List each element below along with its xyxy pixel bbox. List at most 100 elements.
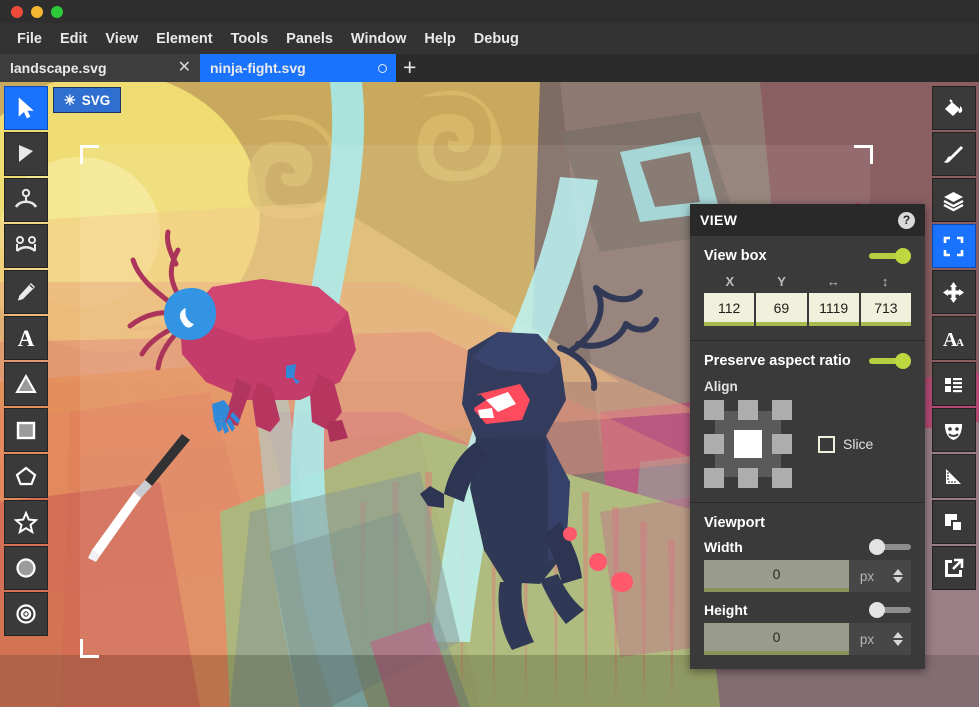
align-cell-middle-right[interactable]: [772, 434, 792, 454]
chevron-up-icon[interactable]: [893, 632, 903, 638]
panel-title: VIEW: [700, 212, 737, 228]
rectangle-tool[interactable]: [4, 408, 48, 452]
ring-tool[interactable]: [4, 592, 48, 636]
align-label: Align: [704, 379, 911, 394]
maximize-window-button[interactable]: [51, 6, 63, 18]
polygon-tool[interactable]: [4, 454, 48, 498]
viewbox-width-input[interactable]: 1119: [809, 293, 859, 326]
align-area: Slice: [704, 400, 911, 488]
viewport-width-input[interactable]: 0: [704, 560, 849, 592]
align-grid: [704, 400, 792, 488]
menu-view[interactable]: View: [96, 28, 147, 50]
menu-window[interactable]: Window: [342, 28, 415, 50]
tab-ninja-fight-svg[interactable]: ninja-fight.svg: [200, 54, 396, 82]
selection-handle-top-right[interactable]: [854, 145, 873, 164]
menu-file[interactable]: File: [8, 28, 51, 50]
viewport-width-input-row: 0 px: [704, 560, 911, 592]
viewbox-label-y: Y: [756, 274, 808, 289]
view-box-fields: 112 69 1119 713: [704, 293, 911, 326]
pencil-tool[interactable]: [4, 270, 48, 314]
align-cell-bottom-center[interactable]: [738, 468, 758, 488]
viewbox-x-input[interactable]: 112: [704, 293, 754, 326]
mask-panel-button[interactable]: [932, 408, 976, 452]
viewport-width-label: Width: [704, 539, 743, 555]
svg-text:A: A: [956, 337, 964, 349]
menu-help[interactable]: Help: [415, 28, 464, 50]
bezier-node-tool[interactable]: [4, 178, 48, 222]
typography-panel-button[interactable]: A A: [932, 316, 976, 360]
align-cell-center[interactable]: [734, 430, 762, 458]
viewport-height-toggle[interactable]: [869, 602, 911, 618]
bezier-dual-node-icon: [13, 233, 39, 259]
direct-select-tool[interactable]: [4, 132, 48, 176]
window-controls: [11, 6, 63, 18]
viewport-height-unit[interactable]: px: [849, 623, 885, 655]
menu-panels[interactable]: Panels: [277, 28, 342, 50]
view-box-labels: X Y ↔ ↕: [704, 274, 911, 289]
view-panel-header: VIEW ?: [690, 204, 925, 236]
arrange-panel-button[interactable]: [932, 500, 976, 544]
viewport-height-stepper[interactable]: [885, 623, 911, 655]
ellipse-tool[interactable]: [4, 546, 48, 590]
viewport-width-row: Width: [704, 539, 911, 555]
view-box-toggle[interactable]: [869, 248, 911, 264]
menu-element[interactable]: Element: [147, 28, 221, 50]
chevron-down-icon[interactable]: [893, 640, 903, 646]
help-icon[interactable]: ?: [898, 212, 915, 229]
viewbox-label-width: ↔: [808, 274, 860, 289]
chevron-down-icon[interactable]: [893, 577, 903, 583]
viewport-height-input[interactable]: 0: [704, 623, 849, 655]
right-toolbar: A A: [928, 82, 979, 707]
slice-checkbox-row[interactable]: Slice: [818, 436, 873, 453]
align-cell-top-center[interactable]: [738, 400, 758, 420]
viewport-title: Viewport: [704, 515, 911, 531]
viewbox-y-input[interactable]: 69: [756, 293, 806, 326]
align-cell-top-left[interactable]: [704, 400, 724, 420]
toggle-knob: [895, 353, 911, 369]
close-icon[interactable]: ✕: [178, 60, 191, 76]
align-cell-bottom-right[interactable]: [772, 468, 792, 488]
square-icon: [14, 418, 38, 442]
select-arrow-tool[interactable]: [4, 86, 48, 130]
slice-checkbox[interactable]: [818, 436, 835, 453]
menu-edit[interactable]: Edit: [51, 28, 96, 50]
tab-landscape-svg[interactable]: landscape.svg ✕: [0, 54, 200, 82]
left-toolbar: A: [0, 82, 51, 707]
fill-bucket-panel-button[interactable]: [932, 86, 976, 130]
font-size-icon: A A: [941, 326, 966, 351]
layers-panel-button[interactable]: [932, 178, 976, 222]
viewport-width-stepper[interactable]: [885, 560, 911, 592]
menu-debug[interactable]: Debug: [465, 28, 528, 50]
viewport-width-unit[interactable]: px: [849, 560, 885, 592]
svg-root-badge[interactable]: ✳ SVG: [53, 87, 121, 113]
close-window-button[interactable]: [11, 6, 23, 18]
preserve-aspect-ratio-toggle[interactable]: [869, 353, 911, 369]
star-icon: [14, 510, 38, 534]
text-tool[interactable]: A: [4, 316, 48, 360]
selection-handle-bottom-left[interactable]: [80, 639, 99, 658]
viewbox-height-input[interactable]: 713: [861, 293, 911, 326]
triangle-icon: [14, 372, 38, 396]
export-panel-button[interactable]: [932, 546, 976, 590]
transform-panel-button[interactable]: [932, 270, 976, 314]
menu-tools[interactable]: Tools: [222, 28, 278, 50]
asterisk-icon: ✳: [64, 93, 76, 107]
new-tab-button[interactable]: +: [396, 54, 423, 82]
align-cell-bottom-left[interactable]: [704, 468, 724, 488]
align-cell-top-right[interactable]: [772, 400, 792, 420]
star-tool[interactable]: [4, 500, 48, 544]
list-panel-button[interactable]: [932, 362, 976, 406]
align-cell-middle-left[interactable]: [704, 434, 724, 454]
view-box-title: View box: [704, 248, 767, 264]
pencil-icon: [14, 280, 38, 304]
brush-panel-button[interactable]: [932, 132, 976, 176]
viewport-width-toggle[interactable]: [869, 539, 911, 555]
unsaved-dot-icon[interactable]: [378, 64, 387, 73]
dual-node-tool[interactable]: [4, 224, 48, 268]
selection-handle-top-left[interactable]: [80, 145, 99, 164]
triangle-tool[interactable]: [4, 362, 48, 406]
minimize-window-button[interactable]: [31, 6, 43, 18]
chevron-up-icon[interactable]: [893, 569, 903, 575]
measure-panel-button[interactable]: [932, 454, 976, 498]
view-panel-button[interactable]: [932, 224, 976, 268]
